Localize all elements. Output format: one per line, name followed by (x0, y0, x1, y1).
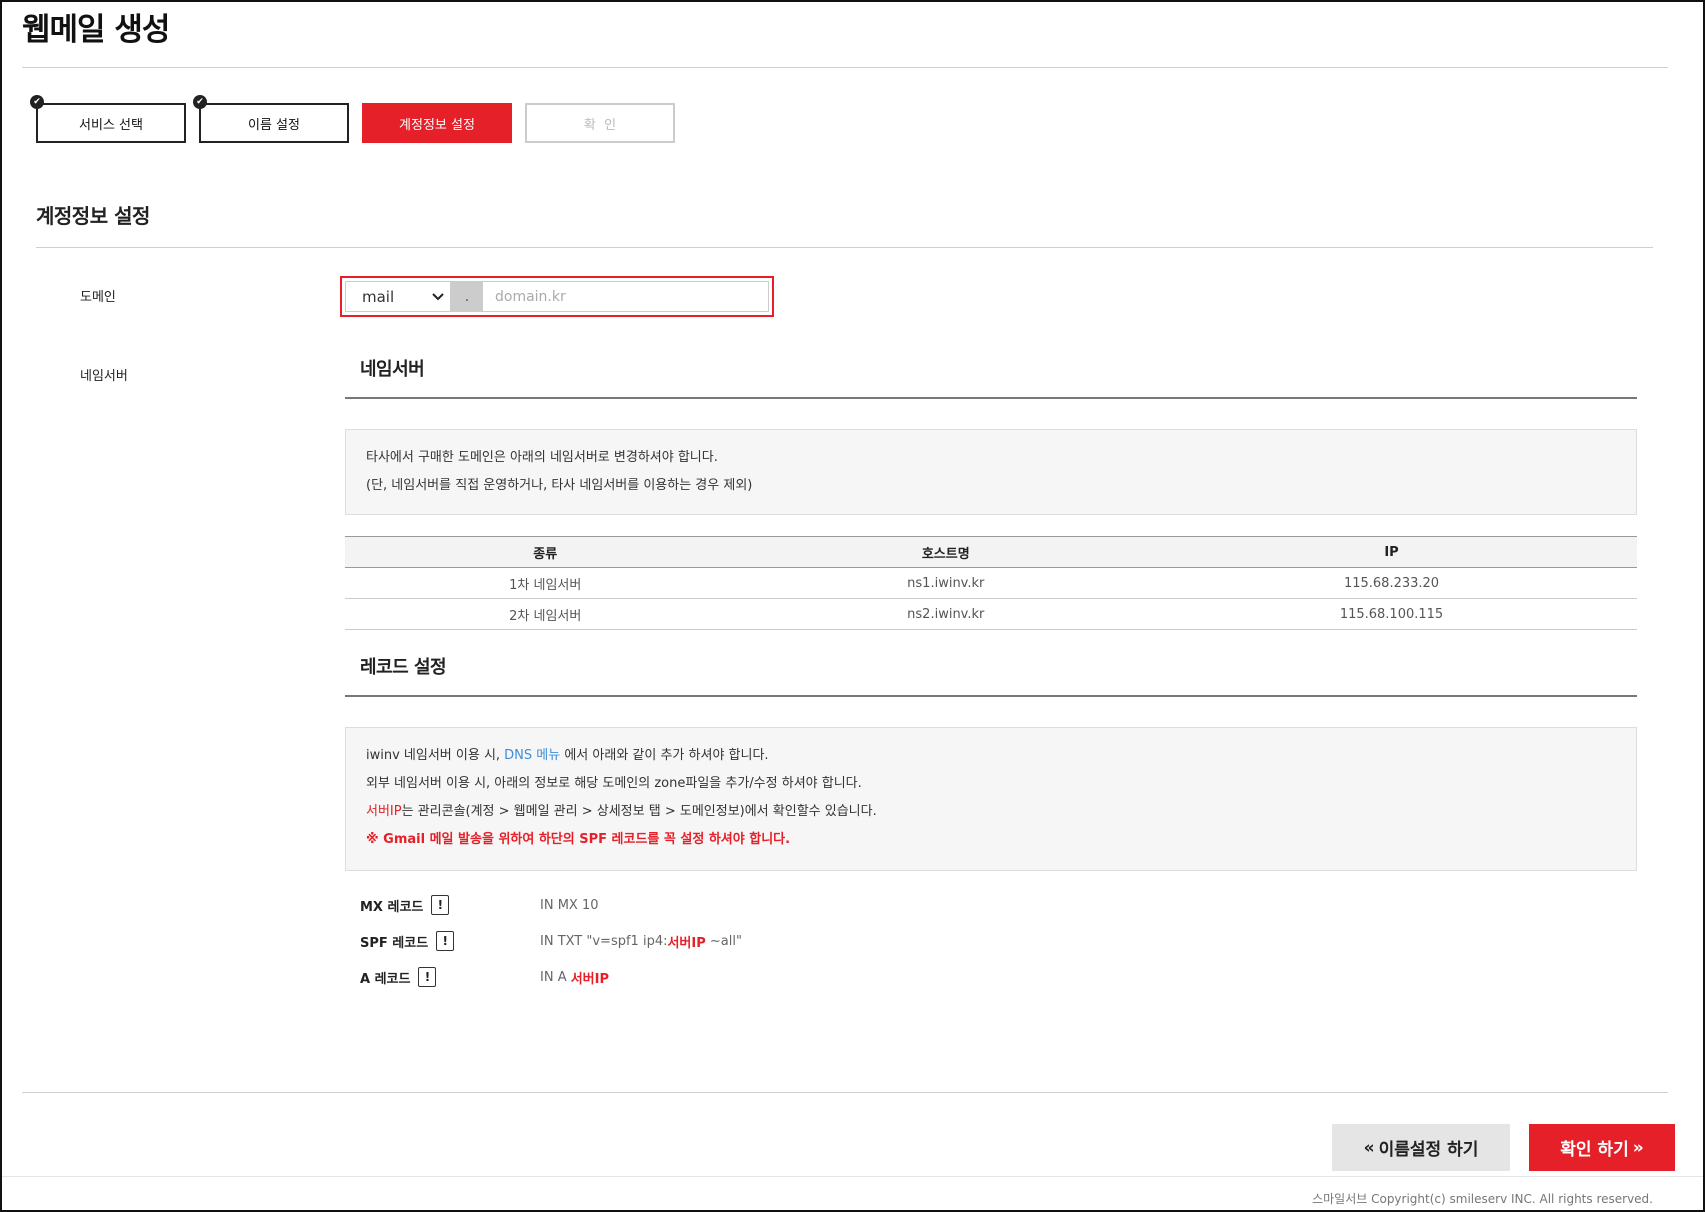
mx-record-row: MX 레코드 ! (360, 894, 450, 916)
exclamation-icon[interactable]: ! (418, 967, 437, 987)
server-ip-highlight: 서버IP (366, 804, 402, 819)
step-confirm: 확 인 (525, 103, 675, 143)
table-cell: ns2.iwinv.kr (745, 598, 1147, 630)
page-title: 웹메일 생성 (22, 12, 170, 48)
spf-record-value: IN TXT "v=spf1 ip4: 서버IP ~all" (540, 930, 742, 952)
table-cell: 115.68.100.115 (1146, 598, 1637, 630)
info-line: iwinv 네임서버 이용 시, DNS 메뉴 에서 아래와 같이 추가 하셔야… (366, 742, 1616, 770)
divider (345, 695, 1637, 697)
info-text: iwinv 네임서버 이용 시, (366, 748, 505, 763)
double-chevron-right-icon: » (1632, 1137, 1644, 1158)
exclamation-icon[interactable]: ! (436, 931, 455, 951)
copyright: 스마일서브 Copyright(c) smileserv INC. All ri… (1312, 1192, 1653, 1206)
step-name-setting[interactable]: ✔ 이름 설정 (193, 95, 349, 143)
dns-menu-link[interactable]: DNS 메뉴 (504, 748, 560, 763)
info-line: 서버IP는 관리콘솔(계정 > 웹메일 관리 > 상세정보 탭 > 도메인정보)… (366, 798, 1616, 826)
check-icon: ✔ (30, 95, 44, 109)
section-title: 계정정보 설정 (36, 204, 150, 228)
divider (22, 1092, 1668, 1093)
check-icon: ✔ (193, 95, 207, 109)
double-chevron-left-icon: « (1363, 1137, 1375, 1158)
table-cell: 2차 네임서버 (345, 598, 746, 630)
divider (36, 247, 1653, 248)
page-frame: 웹메일 생성 ✔ 서비스 선택 ✔ 이름 설정 계정정보 설정 확 인 계정정보… (0, 0, 1705, 1212)
gmail-spf-warning: ※ Gmail 메일 발송을 위하여 하단의 SPF 레코드를 꼭 설정 하셔야… (366, 832, 791, 847)
info-line: 타사에서 구매한 도메인은 아래의 네임서버로 변경하셔야 합니다. (366, 450, 718, 465)
record-value-text: IN A (540, 969, 571, 985)
nameserver-label: 네임서버 (80, 369, 128, 384)
table-cell: ns1.iwinv.kr (745, 567, 1147, 599)
domain-input[interactable] (483, 281, 769, 312)
domain-prefix-value: mail (362, 287, 395, 306)
step-label: 서비스 선택 (79, 117, 143, 133)
exclamation-icon[interactable]: ! (431, 895, 450, 915)
step-service-select[interactable]: ✔ 서비스 선택 (30, 95, 186, 143)
table-cell: 1차 네임서버 (345, 567, 746, 599)
domain-label: 도메인 (80, 290, 116, 305)
record-info-box: iwinv 네임서버 이용 시, DNS 메뉴 에서 아래와 같이 추가 하셔야… (345, 727, 1637, 871)
record-label: SPF 레코드 (360, 935, 429, 951)
step-label: 이름 설정 (248, 117, 300, 133)
footer-divider (2, 1176, 1703, 1177)
step-account-setting[interactable]: 계정정보 설정 (362, 103, 512, 143)
mx-record-value: IN MX 10 (540, 894, 599, 916)
column-header: 호스트명 (745, 536, 1147, 568)
server-ip-highlight: 서버IP (570, 971, 610, 987)
table-cell: 115.68.233.20 (1146, 567, 1637, 599)
a-record-value: IN A 서버IP (540, 966, 609, 988)
column-header: IP (1146, 536, 1637, 568)
record-title: 레코드 설정 (360, 657, 447, 678)
divider (345, 397, 1637, 399)
a-record-row: A 레코드 ! (360, 966, 437, 988)
table-header-row: 종류 호스트명 IP (345, 536, 1637, 568)
info-line: 외부 네임서버 이용 시, 아래의 정보로 해당 도메인의 zone파일을 추가… (366, 776, 862, 791)
button-label: 이름설정 하기 (1378, 1140, 1479, 1160)
column-header: 종류 (345, 536, 746, 568)
domain-field-group: mail . (340, 276, 774, 317)
nameserver-info-box: 타사에서 구매한 도메인은 아래의 네임서버로 변경하셔야 합니다. (단, 네… (345, 429, 1637, 515)
divider (22, 67, 1668, 68)
record-value-text: IN TXT "v=spf1 ip4: (540, 933, 668, 949)
record-label: A 레코드 (360, 971, 411, 987)
nameserver-table: 종류 호스트명 IP 1차 네임서버 ns1.iwinv.kr 115.68.2… (345, 536, 1637, 630)
server-ip-highlight: 서버IP (667, 935, 706, 951)
spf-record-row: SPF 레코드 ! (360, 930, 455, 952)
domain-separator: . (451, 281, 483, 312)
record-label: MX 레코드 (360, 899, 424, 915)
info-line: (단, 네임서버를 직접 운영하거나, 타사 네임서버를 이용하는 경우 제외) (366, 478, 753, 493)
nameserver-title: 네임서버 (360, 359, 425, 380)
info-text: 에서 아래와 같이 추가 하셔야 합니다. (560, 748, 769, 763)
table-row: 2차 네임서버 ns2.iwinv.kr 115.68.100.115 (345, 598, 1637, 630)
table-row: 1차 네임서버 ns1.iwinv.kr 115.68.233.20 (345, 567, 1637, 599)
record-value-text: ~all" (705, 933, 742, 949)
confirm-button[interactable]: 확인 하기 » (1529, 1124, 1675, 1171)
step-label: 계정정보 설정 (399, 117, 475, 133)
chevron-down-icon (432, 292, 444, 300)
record-value-text: IN MX 10 (540, 897, 599, 913)
button-label: 확인 하기 (1560, 1140, 1629, 1160)
domain-prefix-select[interactable]: mail (345, 281, 451, 312)
prev-name-setting-button[interactable]: « 이름설정 하기 (1332, 1124, 1510, 1171)
step-label: 확 인 (583, 117, 617, 133)
info-text: 는 관리콘솔(계정 > 웹메일 관리 > 상세정보 탭 > 도메인정보)에서 확… (401, 804, 877, 819)
